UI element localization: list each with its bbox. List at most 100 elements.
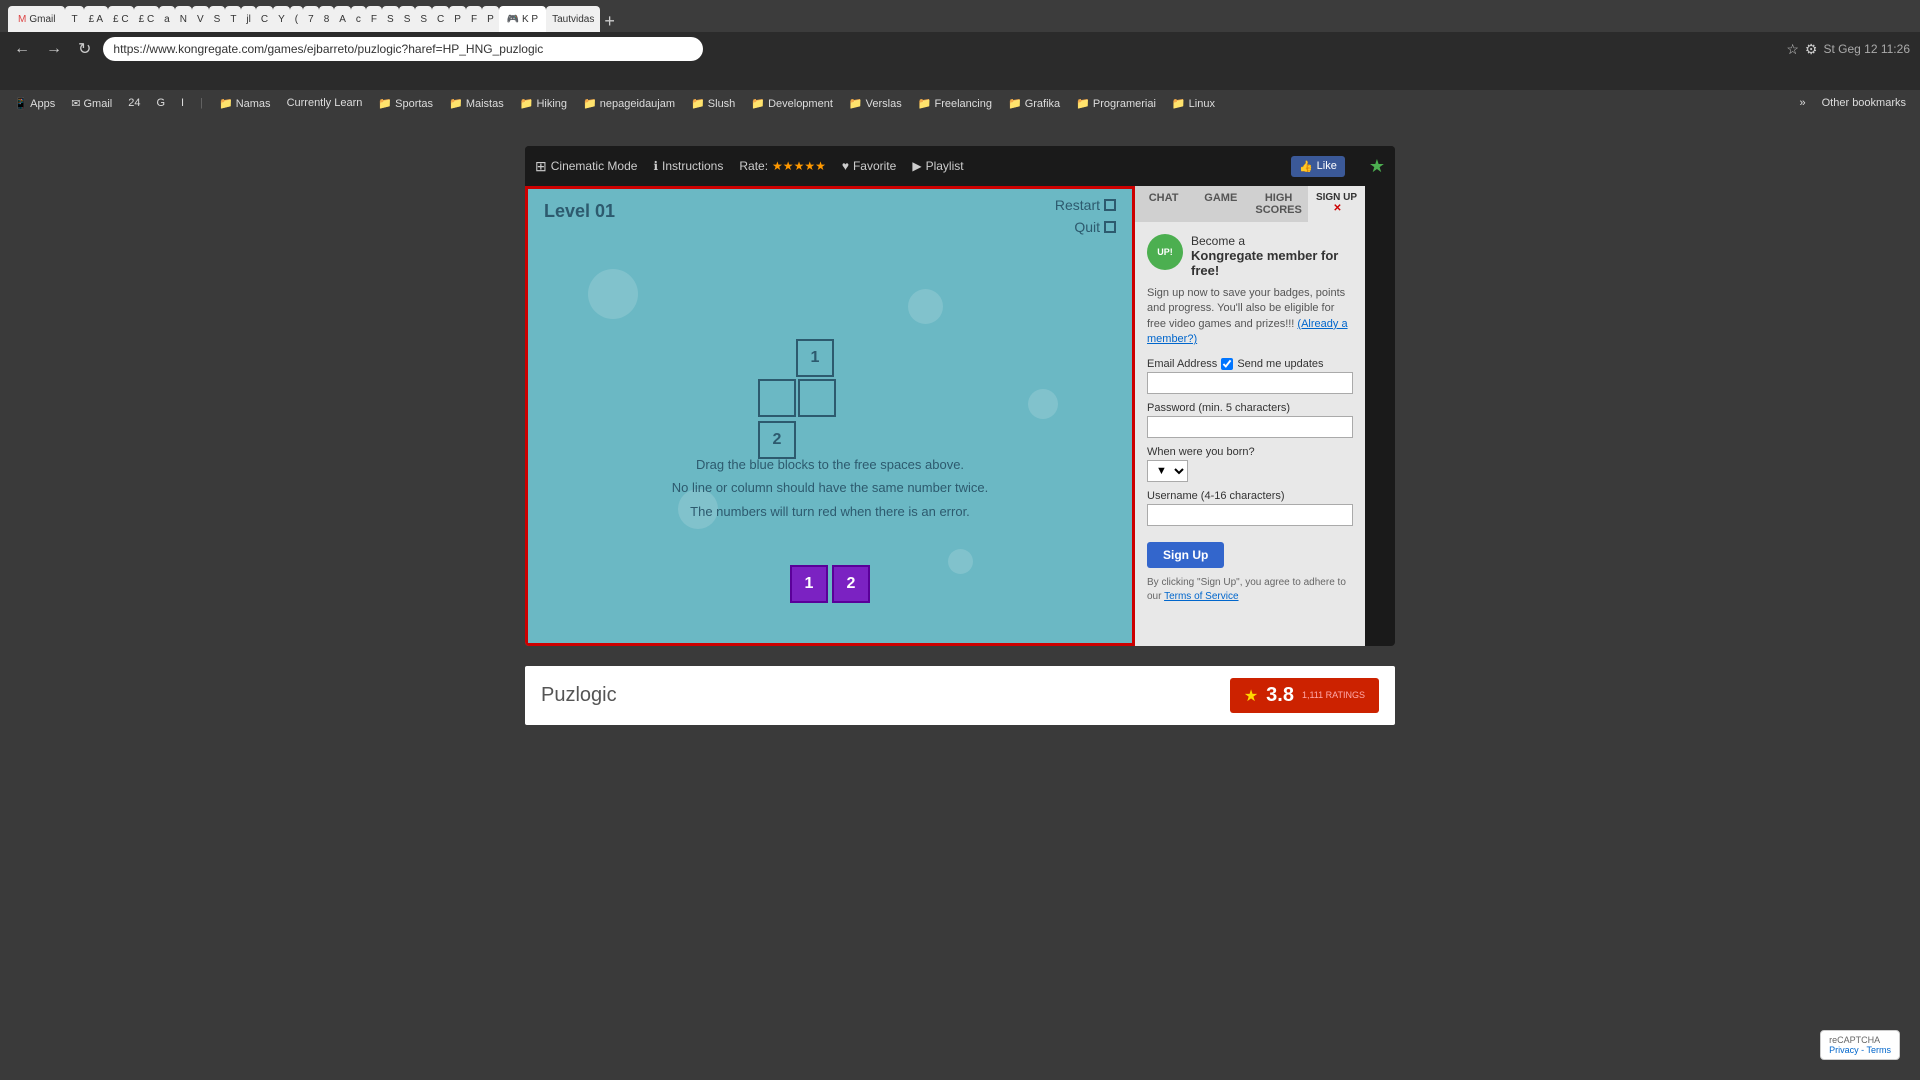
terms-text: By clicking "Sign Up", you agree to adhe… (1147, 576, 1353, 604)
drag-block-1[interactable]: 1 (790, 565, 828, 603)
tab-3[interactable]: £ A (84, 6, 108, 32)
tab-c3[interactable]: C (432, 6, 449, 32)
username-input[interactable] (1147, 504, 1353, 526)
tab-10[interactable]: T (225, 6, 241, 32)
bookmarks-bar: 📱 Apps ✉ Gmail 24 G I | 📁 Namas Currentl… (0, 90, 1920, 116)
recaptcha-links[interactable]: Privacy - Terms (1829, 1045, 1891, 1055)
tab-f2[interactable]: F (466, 6, 482, 32)
bookmark-maistas[interactable]: 📁 Maistas (443, 95, 510, 112)
tab-s1[interactable]: S (382, 6, 399, 32)
bookmark-nepageidaujam[interactable]: 📁 nepageidaujam (577, 95, 681, 112)
tab-p1[interactable]: P (449, 6, 466, 32)
bookmark-24[interactable]: 24 (122, 95, 146, 111)
bookmark-gmail[interactable]: ✉ Gmail (65, 95, 118, 112)
bookmark-slush[interactable]: 📁 Slush (685, 95, 741, 112)
back-button[interactable]: ← (10, 38, 34, 60)
tab-game[interactable]: GAME (1192, 186, 1249, 222)
tab-8[interactable]: V (192, 6, 209, 32)
grid-cell-top: 1 (796, 339, 834, 377)
address-bar: ← → ↻ ☆ ⚙ St Geg 12 11:26 (0, 32, 1920, 66)
bookmark-programeriai[interactable]: 📁 Programeriai (1070, 95, 1162, 112)
email-row: Email Address Send me updates (1147, 358, 1353, 394)
tab-2[interactable]: T (65, 6, 83, 32)
bookmark-more[interactable]: » (1794, 95, 1812, 111)
tab-y[interactable]: Y (273, 6, 290, 32)
tab-5[interactable]: £ C (134, 6, 160, 32)
bookmark-g[interactable]: G (150, 95, 171, 111)
username-row: Username (4-16 characters) (1147, 490, 1353, 526)
blob-4 (908, 289, 943, 324)
tab-6[interactable]: a (159, 6, 175, 32)
bookmark-star[interactable]: ☆ (1786, 41, 1799, 58)
drag-block-2[interactable]: 2 (832, 565, 870, 603)
send-updates-checkbox[interactable] (1221, 358, 1233, 370)
stars-display[interactable]: ★★★★★ (772, 159, 826, 173)
tab-paren[interactable]: ( (290, 6, 303, 32)
tab-gmail[interactable]: MGmail (8, 6, 65, 32)
restart-button[interactable]: Restart (1055, 197, 1116, 213)
quit-label: Quit (1074, 219, 1100, 235)
rate-control: Rate: ★★★★★ (739, 159, 825, 173)
tab-7[interactable]: N (175, 6, 192, 32)
tab-8b[interactable]: 8 (319, 6, 335, 32)
username-label: Username (4-16 characters) (1147, 490, 1353, 502)
bookmark-apps[interactable]: 📱 Apps (8, 95, 61, 112)
bookmark-grafika[interactable]: 📁 Grafika (1002, 95, 1066, 112)
bookmark-namas[interactable]: 📁 Namas (213, 95, 277, 112)
tab-f[interactable]: F (366, 6, 382, 32)
tab-4[interactable]: £ C (108, 6, 134, 32)
password-input[interactable] (1147, 416, 1353, 438)
terms-link[interactable]: Terms of Service (1164, 591, 1238, 602)
bookmark-sep1: | (194, 95, 209, 111)
tab-c2[interactable]: c (351, 6, 366, 32)
close-tab-icon[interactable]: ✕ (1333, 203, 1341, 214)
reload-button[interactable]: ↻ (74, 37, 95, 61)
bookmark-development[interactable]: 📁 Development (745, 95, 839, 112)
tab-jl[interactable]: jl (241, 6, 255, 32)
tab-a[interactable]: A (334, 6, 351, 32)
rating-sub: 1,111 RATINGS (1302, 690, 1365, 701)
tab-s2[interactable]: S (399, 6, 416, 32)
bookmark-freelancing[interactable]: 📁 Freelancing (912, 95, 998, 112)
bookmark-currently-learn[interactable]: Currently Learn (281, 95, 369, 111)
restart-checkbox-icon (1104, 199, 1116, 211)
tab-high-scores[interactable]: HIGH SCORES (1249, 186, 1307, 222)
game-instructions: Drag the blue blocks to the free spaces … (528, 453, 1132, 523)
tab-s3[interactable]: S (415, 6, 432, 32)
tab-p2[interactable]: P (482, 6, 499, 32)
born-select[interactable]: ▼ (1147, 460, 1188, 482)
forward-button[interactable]: → (42, 38, 66, 60)
right-panel: CHAT GAME HIGH SCORES SIGN UP ✕ UP! (1135, 186, 1365, 646)
tab-signup[interactable]: SIGN UP ✕ (1308, 186, 1365, 222)
playlist-button[interactable]: ▶ Playlist (912, 159, 963, 173)
rating-badge: ★ 3.8 1,111 RATINGS (1230, 678, 1379, 713)
tab-tautvidas[interactable]: Tautvidas (546, 6, 600, 32)
tab-9[interactable]: S (209, 6, 226, 32)
grid-cell-mid-right[interactable] (798, 379, 836, 417)
cinematic-mode-button[interactable]: ⊞ Cinematic Mode (535, 158, 637, 175)
signup-button[interactable]: Sign Up (1147, 542, 1224, 568)
extensions-icon[interactable]: ⚙ (1805, 41, 1818, 58)
like-button[interactable]: 👍 Like (1291, 156, 1345, 177)
bookmark-sportas[interactable]: 📁 Sportas (372, 95, 439, 112)
favorite-button[interactable]: ♥ Favorite (842, 159, 896, 173)
bookmark-i[interactable]: I (175, 95, 190, 111)
signup-title: Become a Kongregate member for free! (1191, 234, 1353, 278)
new-tab-button[interactable]: + (604, 11, 615, 32)
like-label: Like (1317, 160, 1337, 172)
game-canvas[interactable]: Level 01 Restart Quit 1 (525, 186, 1135, 646)
bookmark-other[interactable]: Other bookmarks (1816, 95, 1912, 111)
quit-button[interactable]: Quit (1074, 219, 1116, 235)
bookmark-verslas[interactable]: 📁 Verslas (843, 95, 908, 112)
tab-7b[interactable]: 7 (303, 6, 319, 32)
tab-c1[interactable]: C (256, 6, 273, 32)
bookmark-linux[interactable]: 📁 Linux (1166, 95, 1221, 112)
address-input[interactable] (103, 37, 703, 61)
instructions-button[interactable]: ℹ Instructions (653, 159, 723, 173)
email-input[interactable] (1147, 372, 1353, 394)
tab-chat[interactable]: CHAT (1135, 186, 1192, 222)
recaptcha-badge: reCAPTCHAPrivacy - Terms (1820, 1030, 1900, 1060)
bookmark-hiking[interactable]: 📁 Hiking (514, 95, 573, 112)
grid-cell-mid-left[interactable] (758, 379, 796, 417)
tab-kongregate[interactable]: 🎮 K P (499, 6, 546, 32)
